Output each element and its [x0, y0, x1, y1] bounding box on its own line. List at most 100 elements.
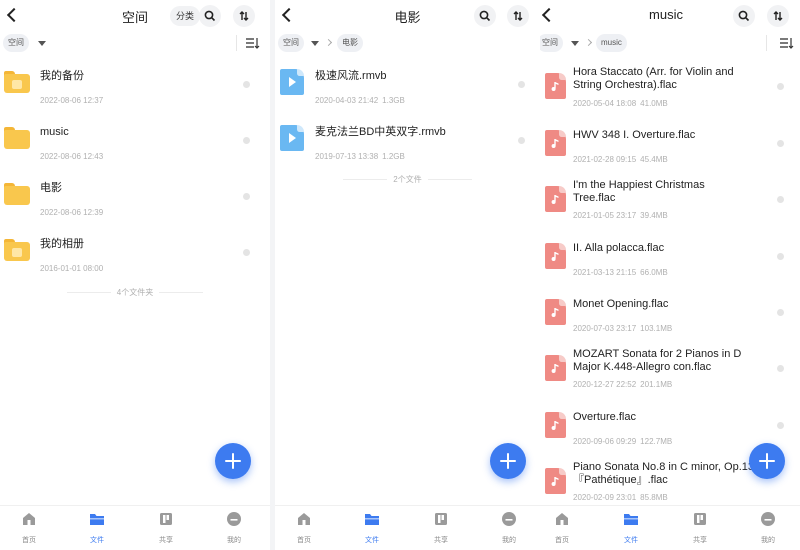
tab-label: 我的 — [502, 537, 516, 544]
profile-icon — [761, 512, 775, 526]
breadcrumb: 空间 电影 — [275, 33, 540, 55]
breadcrumb-chip[interactable]: 空间 — [278, 34, 304, 52]
chevron-right-icon — [324, 38, 333, 47]
list-item[interactable]: music 2022-08-06 12:43 — [0, 118, 270, 174]
tab-home[interactable]: 首页 — [9, 511, 49, 545]
folder-icon — [4, 239, 30, 261]
folder-icon — [624, 514, 638, 525]
item-date: 2022-08-06 12:37 — [40, 96, 104, 105]
item-meta: 2020-12-27 22:52 201.1MB — [573, 380, 673, 389]
tab-profile[interactable]: 我的 — [489, 511, 529, 545]
select-checkbox[interactable] — [777, 309, 784, 316]
select-checkbox[interactable] — [518, 81, 525, 88]
list-item[interactable]: I'm the Happiest Christmas Tree.flac 202… — [540, 173, 800, 229]
select-checkbox[interactable] — [243, 81, 250, 88]
home-icon — [23, 513, 35, 525]
folder-icon — [365, 514, 379, 525]
select-checkbox[interactable] — [777, 196, 784, 203]
select-checkbox[interactable] — [243, 249, 250, 256]
divider — [766, 35, 767, 51]
search-button[interactable] — [474, 5, 496, 27]
add-button[interactable] — [749, 443, 785, 479]
list-item[interactable]: II. Alla polacca.flac 2021-03-13 21:15 66… — [540, 230, 800, 286]
sort-icon[interactable] — [780, 37, 794, 49]
breadcrumb-chip[interactable]: 空间 — [3, 34, 29, 52]
video-file-icon — [280, 69, 304, 95]
tab-label: 共享 — [693, 537, 707, 544]
search-button[interactable] — [199, 5, 221, 27]
list-item[interactable]: Hora Staccato (Arr. for Violin and Strin… — [540, 60, 800, 116]
folder-icon — [4, 183, 30, 205]
tab-label: 我的 — [761, 537, 775, 544]
breadcrumb-chip[interactable]: 电影 — [337, 34, 363, 52]
list-item[interactable]: 我的备份 2022-08-06 12:37 — [0, 62, 270, 118]
tab-files[interactable]: 文件 — [611, 511, 651, 545]
breadcrumb-chip[interactable]: 空间 — [540, 34, 563, 52]
tab-label: 文件 — [90, 537, 104, 544]
transfer-button[interactable] — [233, 5, 255, 27]
home-icon — [298, 513, 310, 525]
item-date: 2016-01-01 08:00 — [40, 264, 104, 273]
breadcrumb: 空间 — [0, 33, 270, 55]
share-icon — [435, 513, 447, 525]
tab-files[interactable]: 文件 — [77, 511, 117, 545]
category-button[interactable]: 分类 — [170, 6, 201, 26]
breadcrumb-chip[interactable]: music — [596, 34, 627, 52]
tab-profile[interactable]: 我的 — [214, 511, 254, 545]
list-item[interactable]: 电影 2022-08-06 12:39 — [0, 174, 270, 230]
tab-profile[interactable]: 我的 — [748, 511, 788, 545]
dropdown-icon[interactable] — [571, 41, 579, 46]
tab-files[interactable]: 文件 — [352, 511, 392, 545]
item-name: MOZART Sonata for 2 Pianos in D Major K.… — [573, 348, 742, 373]
select-checkbox[interactable] — [777, 365, 784, 372]
tab-home[interactable]: 首页 — [542, 511, 582, 545]
item-meta: 2020-02-09 23:01 85.8MB — [573, 493, 668, 502]
add-button[interactable] — [215, 443, 251, 479]
item-name: 我的相册 — [40, 238, 84, 250]
item-name: II. Alla polacca.flac — [573, 242, 665, 254]
item-name: Monet Opening.flac — [573, 298, 669, 310]
add-button[interactable] — [490, 443, 526, 479]
item-name: 我的备份 — [40, 70, 84, 82]
list-item[interactable]: 我的相册 2016-01-01 08:00 — [0, 230, 270, 286]
transfer-button[interactable] — [507, 5, 529, 27]
dropdown-icon[interactable] — [311, 41, 319, 46]
select-checkbox[interactable] — [777, 140, 784, 147]
item-meta: 2021-03-13 21:15 66.0MB — [573, 268, 668, 277]
audio-file-icon — [545, 299, 566, 325]
video-file-icon — [280, 125, 304, 151]
tab-home[interactable]: 首页 — [284, 511, 324, 545]
list-item[interactable]: 麦克法兰BD中英双字.rmvb 2019-07-13 13:38 1.2GB — [275, 118, 540, 174]
sort-icon[interactable] — [246, 37, 260, 49]
select-checkbox[interactable] — [243, 137, 250, 144]
select-checkbox[interactable] — [777, 422, 784, 429]
tab-label: 首页 — [22, 537, 36, 544]
list-item[interactable]: Monet Opening.flac 2020-07-03 23:17 103.1… — [540, 286, 800, 342]
chevron-right-icon — [584, 38, 593, 47]
page-title: 电影 — [394, 10, 421, 25]
music-panel: music 空间 music Hora Staccato (Arr. for V… — [540, 0, 800, 550]
search-icon — [204, 10, 216, 22]
folder-count: 4个文件夹 — [0, 287, 270, 298]
movies-panel: 电影 空间 电影 极速风流.rmvb 2020-04-03 21:42 1.3GB… — [275, 0, 540, 550]
list-item[interactable]: HWV 348 I. Overture.flac 2021-02-28 09:1… — [540, 117, 800, 173]
list-item[interactable]: MOZART Sonata for 2 Pianos in D Major K.… — [540, 342, 800, 398]
search-button[interactable] — [733, 5, 755, 27]
select-checkbox[interactable] — [777, 83, 784, 90]
transfer-button[interactable] — [767, 5, 789, 27]
item-name: Overture.flac — [573, 411, 636, 423]
tab-share[interactable]: 共享 — [421, 511, 461, 545]
tab-share[interactable]: 共享 — [680, 511, 720, 545]
item-meta: 2021-01-05 23:17 39.4MB — [573, 211, 668, 220]
transfer-icon — [513, 11, 523, 21]
tab-label: 共享 — [159, 537, 173, 544]
item-name: 电影 — [40, 182, 62, 194]
select-checkbox[interactable] — [518, 137, 525, 144]
select-checkbox[interactable] — [777, 253, 784, 260]
tab-share[interactable]: 共享 — [146, 511, 186, 545]
audio-file-icon — [545, 243, 566, 269]
audio-file-icon — [545, 355, 566, 381]
select-checkbox[interactable] — [243, 193, 250, 200]
dropdown-icon[interactable] — [38, 41, 46, 46]
list-item[interactable]: 极速风流.rmvb 2020-04-03 21:42 1.3GB — [275, 62, 540, 118]
